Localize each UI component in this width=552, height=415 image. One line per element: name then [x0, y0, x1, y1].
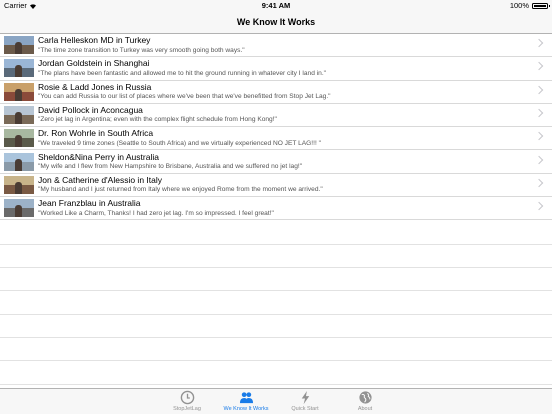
tab-label: StopJetLag — [173, 406, 201, 412]
testimonial-quote: "The time zone transition to Turkey was … — [38, 46, 245, 54]
navigation-bar: We Know It Works — [0, 12, 552, 34]
lightning-icon — [301, 390, 309, 405]
tab-bar: StopJetLag We Know It Works Quick Start … — [0, 388, 552, 414]
empty-row-separator — [0, 336, 552, 338]
testimonial-title: Rosie & Ladd Jones in Russia — [38, 81, 152, 92]
testimonial-quote: "You can add Russia to our list of place… — [38, 93, 331, 101]
list-item[interactable]: Jean Franzblau in Australia "Worked Like … — [0, 197, 552, 221]
testimonial-list[interactable]: Carla Helleskon MD in Turkey "The time zo… — [0, 34, 552, 388]
testimonial-photo — [4, 199, 34, 218]
testimonial-photo — [4, 175, 34, 194]
tab-label: Quick Start — [291, 406, 319, 412]
list-item[interactable]: Rosie & Ladd Jones in Russia "You can add… — [0, 81, 552, 104]
testimonial-title: David Pollock in Aconcagua — [38, 104, 143, 115]
battery-group: 100% — [509, 1, 550, 10]
list-item[interactable]: David Pollock in Aconcagua "Zero jet lag … — [0, 104, 552, 128]
testimonial-quote: "Worked Like a Charm, Thanks! I had zero… — [38, 209, 274, 217]
clock-icon — [180, 390, 194, 405]
testimonial-photo — [4, 105, 34, 124]
list-item[interactable]: Jon & Catherine d'Alessio in Italy "My hu… — [0, 174, 552, 198]
status-time: 9:41 AM — [261, 1, 291, 10]
page-title: We Know It Works — [236, 17, 316, 27]
tab-quick-start[interactable]: Quick Start — [275, 389, 335, 415]
empty-row-separator — [0, 243, 552, 245]
status-bar: Carrier 9:41 AM 100% — [0, 0, 552, 12]
battery-icon — [532, 2, 550, 9]
testimonial-title: Jon & Catherine d'Alessio in Italy — [38, 174, 162, 185]
chevron-right-icon — [534, 131, 544, 141]
testimonial-quote: "Zero jet lag in Argentina; even with th… — [38, 116, 277, 124]
testimonial-title: Dr. Ron Wohrle in South Africa — [38, 128, 154, 139]
empty-row-separator — [0, 267, 552, 268]
tab-label: We Know It Works — [223, 406, 269, 412]
tab-label: About — [357, 406, 373, 412]
testimonial-photo — [4, 59, 34, 78]
chevron-right-icon — [534, 178, 544, 188]
testimonial-title: Carla Helleskon MD in Turkey — [38, 35, 151, 45]
chevron-right-icon — [534, 155, 544, 164]
chevron-right-icon — [534, 38, 544, 48]
testimonial-photo — [4, 129, 34, 148]
testimonial-quote: "The plans have been fantastic and allow… — [38, 69, 327, 77]
testimonial-title: Jean Franzblau in Australia — [38, 198, 141, 209]
list-item[interactable]: Jordan Goldstein in Shanghai "The plans h… — [0, 57, 552, 81]
chevron-right-icon — [534, 201, 544, 211]
list-item[interactable]: Dr. Ron Wohrle in South Africa "We travel… — [0, 127, 552, 151]
empty-row-separator — [0, 290, 552, 292]
testimonial-title: Jordan Goldstein in Shanghai — [38, 58, 150, 69]
tab-we-know-it-works[interactable]: We Know It Works — [216, 389, 276, 415]
empty-row-separator — [0, 383, 552, 385]
globe-icon — [358, 391, 372, 404]
testimonial-photo — [4, 152, 34, 171]
tab-about[interactable]: About — [335, 389, 395, 415]
chevron-right-icon — [534, 108, 544, 118]
testimonial-quote: "My husband and I just returned from Ita… — [38, 186, 323, 194]
testimonial-photo — [4, 82, 34, 101]
testimonial-title: Sheldon&Nina Perry in Australia — [38, 151, 159, 162]
empty-row-separator — [0, 313, 552, 315]
testimonial-quote: "We traveled 9 time zones (Seattle to So… — [38, 139, 321, 147]
testimonial-photo — [4, 36, 34, 54]
empty-row-separator — [0, 360, 552, 362]
chevron-right-icon — [534, 62, 544, 71]
testimonial-quote: "My wife and I flew from New Hampshire t… — [38, 163, 303, 170]
list-item[interactable]: Carla Helleskon MD in Turkey "The time zo… — [0, 34, 552, 58]
battery-percent: 100% — [509, 1, 529, 10]
list-item[interactable]: Sheldon&Nina Perry in Australia "My wife … — [0, 151, 552, 174]
people-icon — [239, 392, 253, 404]
chevron-right-icon — [534, 85, 544, 94]
tab-stopjetlag[interactable]: StopJetLag — [157, 389, 217, 415]
